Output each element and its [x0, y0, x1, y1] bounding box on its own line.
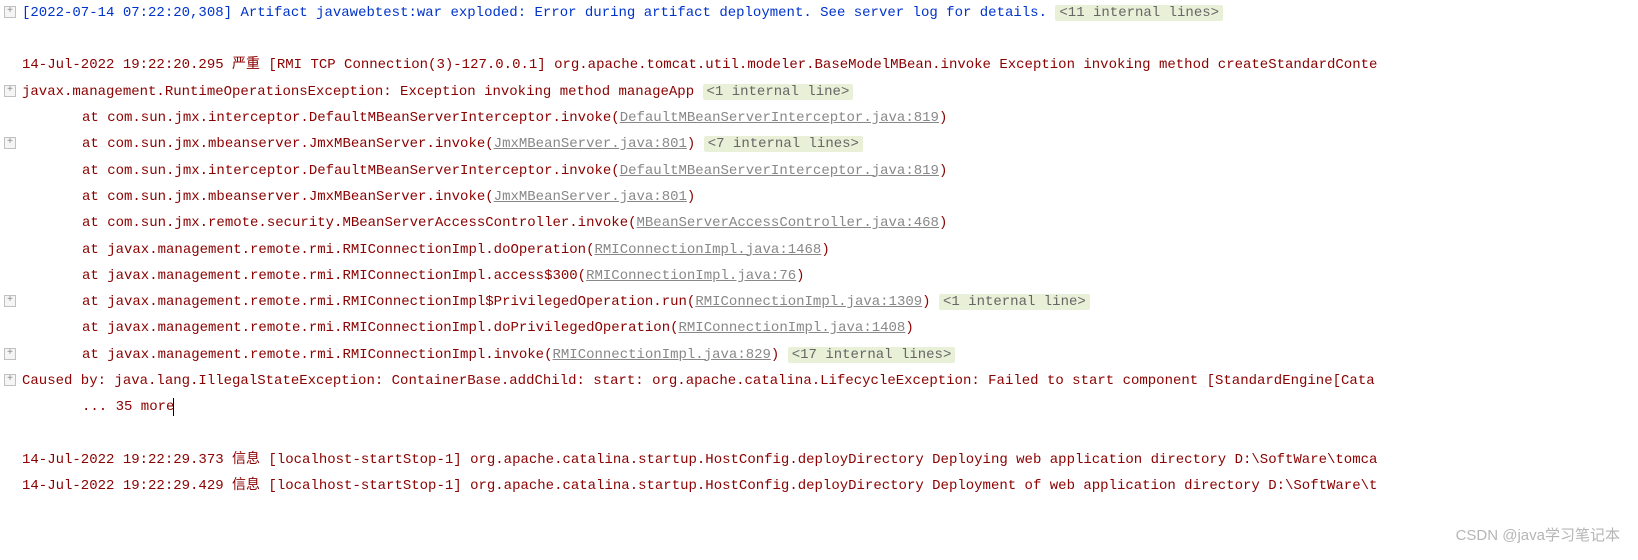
log-line-artifact-error: [2022-07-14 07:22:20,308] Artifact javaw…	[2, 0, 1638, 26]
expand-icon[interactable]	[4, 348, 16, 360]
frame-close: )	[687, 189, 695, 205]
fold-indicator[interactable]: <17 internal lines>	[788, 347, 956, 363]
frame-close: )	[687, 136, 704, 152]
log-line-exception: javax.management.RuntimeOperationsExcept…	[2, 79, 1638, 105]
log-output: [2022-07-14 07:22:20,308] Artifact javaw…	[0, 0, 1638, 499]
log-line-info-deployment: 14-Jul-2022 19:22:29.429 信息 [localhost-s…	[2, 473, 1638, 499]
log-text: Caused by: java.lang.IllegalStateExcepti…	[22, 373, 1375, 389]
frame-close: )	[796, 268, 804, 284]
source-link[interactable]: RMIConnectionImpl.java:1408	[679, 320, 906, 336]
stack-frame: at javax.management.remote.rmi.RMIConnec…	[2, 263, 1638, 289]
stack-frame: at com.sun.jmx.mbeanserver.JmxMBeanServe…	[2, 184, 1638, 210]
stack-frame: at javax.management.remote.rmi.RMIConnec…	[2, 289, 1638, 315]
log-text: ... 35 more	[82, 399, 174, 415]
log-text: 14-Jul-2022 19:22:20.295 严重 [RMI TCP Con…	[22, 57, 1377, 73]
frame-close: )	[939, 163, 947, 179]
stack-frame: at javax.management.remote.rmi.RMIConnec…	[2, 315, 1638, 341]
log-line-severe: 14-Jul-2022 19:22:20.295 严重 [RMI TCP Con…	[2, 52, 1638, 78]
stack-frame: at com.sun.jmx.interceptor.DefaultMBeanS…	[2, 158, 1638, 184]
source-link[interactable]: DefaultMBeanServerInterceptor.java:819	[620, 110, 939, 126]
source-link[interactable]: MBeanServerAccessController.java:468	[637, 215, 939, 231]
stack-frame: at javax.management.remote.rmi.RMIConnec…	[2, 342, 1638, 368]
log-timestamp: [2022-07-14 07:22:20,308]	[22, 5, 232, 21]
source-link[interactable]: RMIConnectionImpl.java:76	[586, 268, 796, 284]
frame-prefix: at javax.management.remote.rmi.RMIConnec…	[82, 294, 695, 310]
fold-indicator[interactable]: <1 internal line>	[703, 84, 854, 100]
frame-prefix: at com.sun.jmx.interceptor.DefaultMBeanS…	[82, 110, 620, 126]
log-text: 14-Jul-2022 19:22:29.429 信息 [localhost-s…	[22, 478, 1377, 494]
source-link[interactable]: JmxMBeanServer.java:801	[494, 136, 687, 152]
frame-prefix: at com.sun.jmx.mbeanserver.JmxMBeanServe…	[82, 136, 494, 152]
frame-prefix: at com.sun.jmx.interceptor.DefaultMBeanS…	[82, 163, 620, 179]
source-link[interactable]: JmxMBeanServer.java:801	[494, 189, 687, 205]
log-message: Artifact javawebtest:war exploded: Error…	[232, 5, 1055, 21]
frame-prefix: at javax.management.remote.rmi.RMIConnec…	[82, 347, 552, 363]
frame-close: )	[939, 110, 947, 126]
source-link[interactable]: RMIConnectionImpl.java:1309	[695, 294, 922, 310]
source-link[interactable]: RMIConnectionImpl.java:829	[552, 347, 770, 363]
frame-close: )	[939, 215, 947, 231]
frame-prefix: at com.sun.jmx.remote.security.MBeanServ…	[82, 215, 637, 231]
log-line-more: ... 35 more	[2, 394, 1638, 420]
expand-icon[interactable]	[4, 374, 16, 386]
blank-line	[2, 421, 1638, 447]
log-line-caused-by: Caused by: java.lang.IllegalStateExcepti…	[2, 368, 1638, 394]
log-text: javax.management.RuntimeOperationsExcept…	[22, 84, 703, 100]
frame-close: )	[922, 294, 939, 310]
log-text: 14-Jul-2022 19:22:29.373 信息 [localhost-s…	[22, 452, 1377, 468]
expand-icon[interactable]	[4, 295, 16, 307]
stack-frame: at javax.management.remote.rmi.RMIConnec…	[2, 237, 1638, 263]
blank-line	[2, 26, 1638, 52]
watermark: CSDN @java学习笔记本	[1456, 522, 1620, 550]
fold-indicator[interactable]: <11 internal lines>	[1055, 5, 1223, 21]
expand-icon[interactable]	[4, 6, 16, 18]
frame-prefix: at com.sun.jmx.mbeanserver.JmxMBeanServe…	[82, 189, 494, 205]
frame-close: )	[771, 347, 788, 363]
frame-prefix: at javax.management.remote.rmi.RMIConnec…	[82, 268, 586, 284]
frame-prefix: at javax.management.remote.rmi.RMIConnec…	[82, 242, 594, 258]
fold-indicator[interactable]: <1 internal line>	[939, 294, 1090, 310]
stack-frame: at com.sun.jmx.interceptor.DefaultMBeanS…	[2, 105, 1638, 131]
fold-indicator[interactable]: <7 internal lines>	[704, 136, 863, 152]
text-caret	[173, 398, 174, 416]
stack-frame: at com.sun.jmx.mbeanserver.JmxMBeanServe…	[2, 131, 1638, 157]
stack-frame: at com.sun.jmx.remote.security.MBeanServ…	[2, 210, 1638, 236]
log-line-info-deploying: 14-Jul-2022 19:22:29.373 信息 [localhost-s…	[2, 447, 1638, 473]
frame-close: )	[905, 320, 913, 336]
source-link[interactable]: RMIConnectionImpl.java:1468	[594, 242, 821, 258]
source-link[interactable]: DefaultMBeanServerInterceptor.java:819	[620, 163, 939, 179]
frame-close: )	[821, 242, 829, 258]
expand-icon[interactable]	[4, 137, 16, 149]
expand-icon[interactable]	[4, 85, 16, 97]
frame-prefix: at javax.management.remote.rmi.RMIConnec…	[82, 320, 679, 336]
